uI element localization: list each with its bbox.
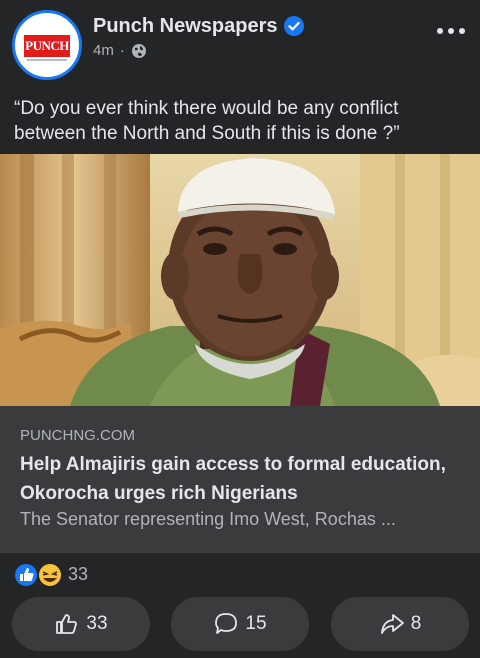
link-title[interactable]: Help Almajiris gain access to formal edu…: [20, 450, 460, 508]
post-caption: “Do you ever think there would be any co…: [14, 98, 400, 144]
haha-reaction-icon: [37, 562, 63, 588]
photo-illustration: [0, 154, 480, 406]
like-button[interactable]: 33: [12, 597, 150, 651]
comment-count: 15: [245, 613, 267, 634]
punch-logo: PUNCH: [24, 35, 70, 57]
share-icon: [380, 614, 404, 634]
reactions-bar: 33 33 15 8: [0, 553, 480, 658]
link-description: The Senator representing Imo West, Rocha…: [20, 509, 396, 529]
like-reaction-icon: [13, 562, 39, 588]
logo-underline: [27, 59, 67, 61]
avatar[interactable]: PUNCH: [12, 10, 82, 80]
post-caption-area: “Do you ever think there would be any co…: [0, 88, 480, 154]
post-time[interactable]: 4m: [93, 42, 114, 59]
share-count: 8: [410, 613, 422, 634]
reaction-count[interactable]: 33: [68, 564, 88, 585]
more-options-icon[interactable]: [437, 26, 465, 36]
comment-icon: [215, 613, 238, 634]
like-count: 33: [86, 613, 108, 634]
share-button[interactable]: 8: [331, 597, 469, 651]
meta-separator: ·: [119, 42, 125, 59]
post-meta: 4m ·: [93, 42, 147, 59]
globe-icon: [131, 43, 146, 58]
reaction-icons[interactable]: [13, 562, 63, 588]
thumbs-up-icon: [56, 614, 78, 634]
page-name[interactable]: Punch Newspapers: [93, 15, 278, 38]
comment-button[interactable]: 15: [171, 597, 309, 651]
link-preview[interactable]: PUNCHNG.COM Help Almajiris gain access t…: [0, 406, 480, 553]
post-photo[interactable]: [0, 154, 480, 406]
verified-badge-icon: [284, 16, 304, 36]
post-header: PUNCH Punch Newspapers 4m ·: [0, 0, 480, 88]
link-domain: PUNCHNG.COM: [20, 427, 135, 444]
